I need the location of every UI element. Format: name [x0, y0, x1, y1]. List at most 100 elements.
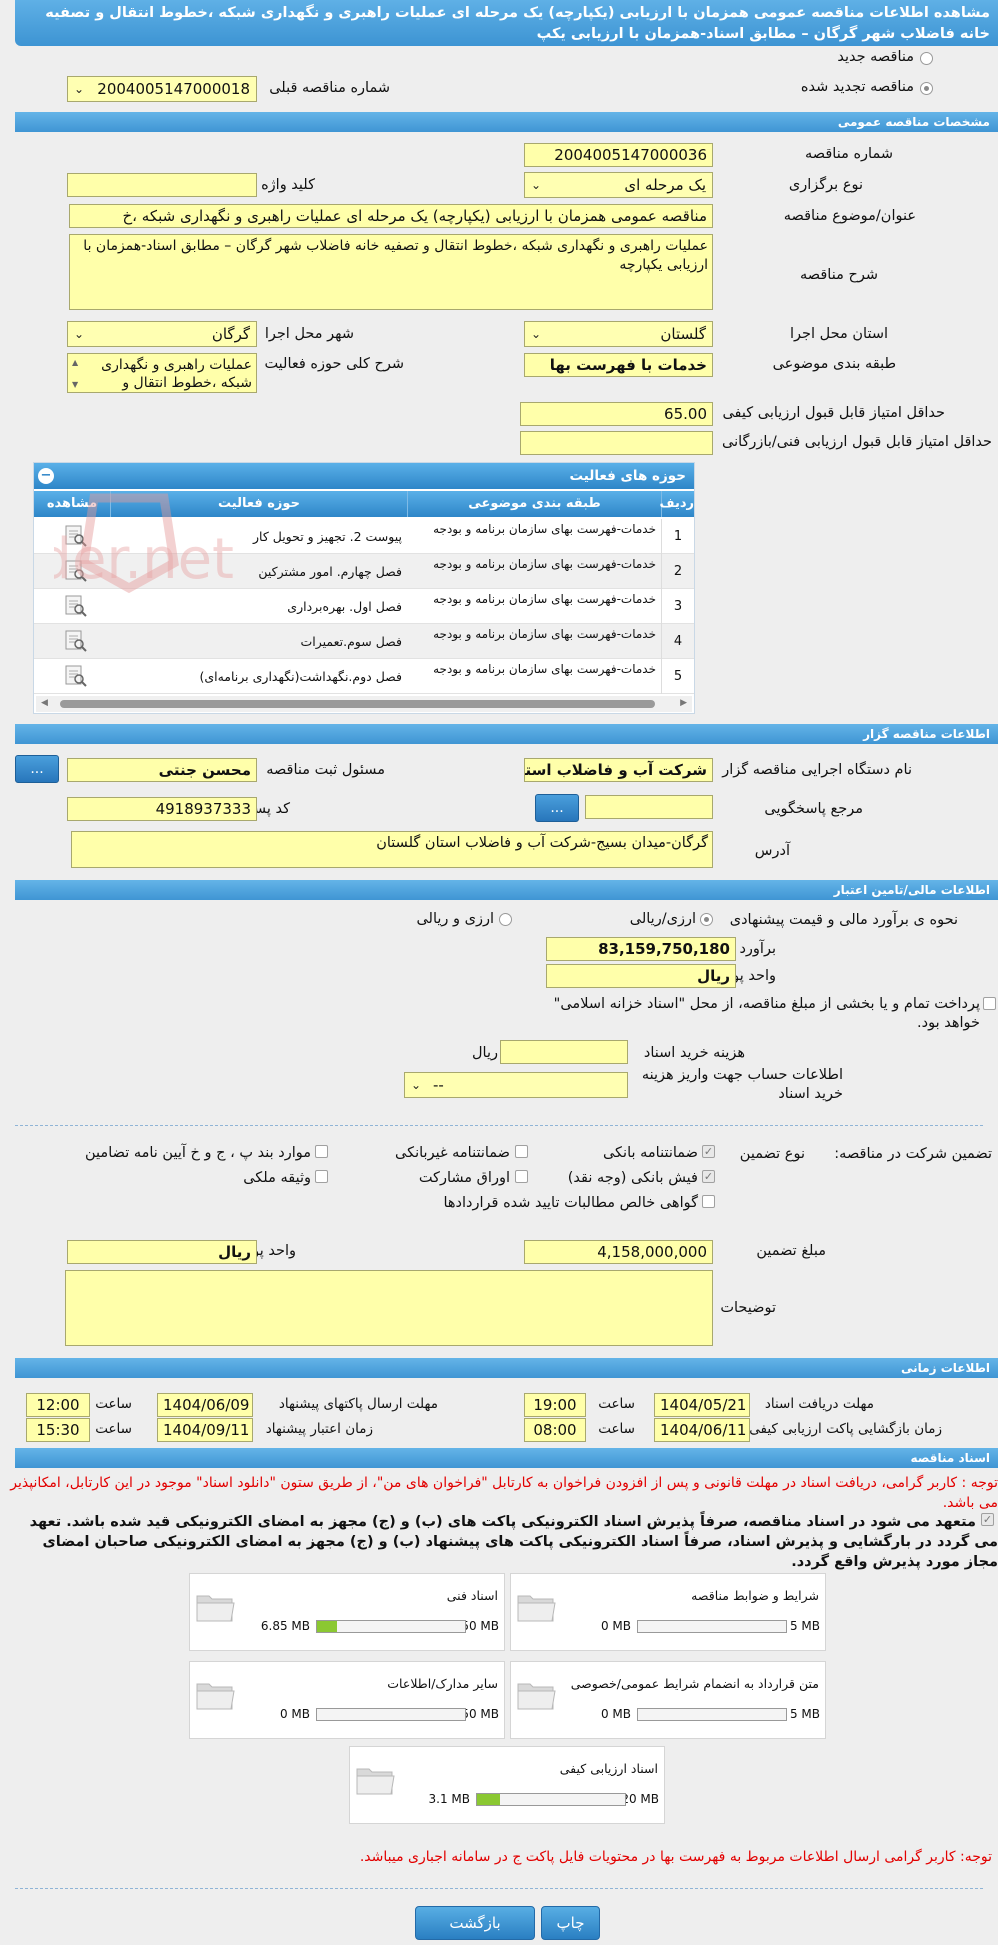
new-tender-label: مناقصه جدید [837, 49, 914, 65]
min-tech-field[interactable] [520, 431, 713, 455]
renewed-tender-radio[interactable] [920, 82, 933, 95]
fx-rial-label: ارزی/ریالی [629, 911, 696, 927]
row-number: 2 [661, 554, 694, 589]
horizontal-scrollbar[interactable]: ◀ ▶ [36, 696, 692, 712]
used-size: 6.85 MB [260, 1619, 310, 1633]
postal-field[interactable]: 4918937333 [67, 797, 257, 821]
participation-checkbox[interactable] [515, 1170, 528, 1183]
documents-notice: توجه : کاربر گرامی، دریافت اسناد در مهلت… [10, 1475, 998, 1511]
max-size: 20 MB [621, 1792, 659, 1806]
open-quality-date[interactable]: 1404/06/11 [654, 1418, 750, 1442]
divider [15, 1125, 983, 1126]
back-button[interactable]: بازگشت [415, 1906, 535, 1940]
ref-field[interactable] [585, 795, 713, 819]
guarantee-amount-field[interactable]: 4,158,000,000 [524, 1240, 713, 1264]
treasury-checkbox[interactable] [983, 997, 996, 1010]
subject-field[interactable]: مناقصه عمومی همزمان با ارزیابی (یکپارچه)… [69, 204, 713, 228]
document-name: سایر مدارک/اطلاعات [387, 1676, 498, 1691]
address-field[interactable]: گرگان-میدان بسیج-شرکت آب و فاضلاب استان … [71, 831, 713, 868]
cash-slip-checkbox[interactable]: ✓ [702, 1170, 715, 1183]
send-packets-date[interactable]: 1404/06/09 [157, 1393, 253, 1417]
print-button[interactable]: چاپ [541, 1906, 600, 1940]
org-field[interactable]: شرکت آب و فاضلاب استان [524, 758, 713, 782]
bank-guarantee-checkbox[interactable]: ✓ [702, 1145, 715, 1158]
participation-label: اوراق مشارکت [418, 1170, 510, 1186]
fx-and-rial-radio[interactable] [499, 913, 512, 926]
commitment-text: متعهد می شود در اسناد مناقصه، صرفاً پذیر… [29, 1514, 998, 1570]
chevron-down-icon: ⌄ [74, 327, 85, 341]
clauses-checkbox[interactable] [315, 1145, 328, 1158]
scroll-down-icon[interactable]: ▼ [72, 380, 78, 389]
scroll-up-icon[interactable]: ▲ [72, 358, 78, 367]
watermark-logo: AriaTender.net [54, 493, 234, 594]
min-quality-field[interactable]: 65.00 [520, 402, 713, 426]
fx-and-rial-label: ارزی و ریالی [416, 911, 494, 927]
subject-label: عنوان/موضوع مناقصه [783, 208, 916, 224]
document-card[interactable]: اسناد ارزیابی کیفی 20 MB 3.1 MB [349, 1746, 665, 1824]
validity-date[interactable]: 1404/09/11 [157, 1418, 253, 1442]
account-select[interactable]: -- ⌄ [404, 1072, 628, 1098]
holding-type-select[interactable]: یک مرحله ای ⌄ [524, 172, 713, 198]
document-card[interactable]: اسناد فنی 50 MB 6.85 MB [189, 1573, 505, 1651]
document-card[interactable]: شرایط و ضوابط مناقصه 5 MB 0 MB [510, 1573, 826, 1651]
min-quality-label: حداقل امتیاز قابل قبول ارزیابی کیفی [722, 405, 945, 421]
treasury-text: پرداخت تمام و یا بخشی از مبلغ مناقصه، از… [553, 996, 980, 1031]
scrollbar-thumb[interactable] [60, 700, 655, 708]
scroll-right-icon[interactable]: ▶ [680, 698, 687, 708]
chevron-down-icon: ⌄ [531, 178, 542, 192]
document-card[interactable]: متن قرارداد به انضمام شرایط عمومی/خصوصی 5… [510, 1661, 826, 1739]
validity-time[interactable]: 15:30 [26, 1418, 90, 1442]
row-category: خدمات-فهرست بهای سازمان برنامه و بودجه [433, 627, 656, 641]
city-select[interactable]: گرگان ⌄ [67, 321, 257, 347]
receive-docs-time[interactable]: 19:00 [524, 1393, 586, 1417]
usage-bar [637, 1620, 787, 1633]
used-size: 0 MB [279, 1707, 310, 1721]
keyword-field[interactable] [67, 173, 257, 197]
doc-fee-field[interactable] [500, 1040, 628, 1064]
used-size: 0 MB [600, 1707, 631, 1721]
open-quality-time[interactable]: 08:00 [524, 1418, 586, 1442]
estimate-field[interactable]: 83,159,750,180 [546, 937, 736, 961]
scroll-left-icon[interactable]: ◀ [41, 698, 48, 708]
folder-icon [194, 1676, 236, 1716]
folder-icon [515, 1676, 557, 1716]
ref-dots-button[interactable]: ... [535, 794, 579, 822]
used-size: 3.1 MB [428, 1792, 470, 1806]
prev-number-select[interactable]: 2004005147000018 ⌄ [67, 76, 257, 102]
province-select[interactable]: گلستان ⌄ [524, 321, 713, 347]
notes-field[interactable] [65, 1270, 713, 1346]
max-size: 50 MB [461, 1707, 499, 1721]
description-field[interactable]: عملیات راهبری و نگهداری شبکه ،خطوط انتقا… [69, 234, 713, 310]
max-size: 50 MB [461, 1619, 499, 1633]
receive-docs-date[interactable]: 1404/05/21 [654, 1393, 750, 1417]
section-organizer: اطلاعات مناقصه گزار [15, 724, 998, 744]
registrar-field[interactable]: محسن جنتی [67, 758, 257, 782]
document-name: اسناد فنی [446, 1588, 498, 1603]
chevron-down-icon: ⌄ [531, 327, 542, 341]
activity-field[interactable]: عملیات راهبری و نگهداری شبکه ،خطوط انتقا… [67, 353, 257, 393]
address-label: آدرس [754, 843, 790, 859]
unit-field[interactable]: ریال [546, 964, 736, 988]
tender-number-field[interactable]: 2004005147000036 [524, 143, 713, 167]
document-name: اسناد ارزیابی کیفی [559, 1761, 658, 1776]
new-tender-radio[interactable] [920, 52, 933, 65]
registrar-dots-button[interactable]: ... [15, 755, 59, 783]
send-packets-time[interactable]: 12:00 [26, 1393, 90, 1417]
chevron-down-icon: ⌄ [411, 1078, 422, 1092]
nonbank-guarantee-checkbox[interactable] [515, 1145, 528, 1158]
view-document-icon[interactable] [62, 664, 88, 688]
property-checkbox[interactable] [315, 1170, 328, 1183]
category-label: طبقه بندی موضوعی [772, 356, 896, 372]
view-document-icon[interactable] [62, 629, 88, 653]
fx-rial-radio[interactable] [700, 913, 713, 926]
guarantee-unit-field[interactable]: ریال [67, 1240, 257, 1264]
document-card[interactable]: سایر مدارک/اطلاعات 50 MB 0 MB [189, 1661, 505, 1739]
org-label: نام دستگاه اجرایی مناقصه گزار [722, 762, 912, 778]
registrar-label: مسئول ثبت مناقصه [266, 762, 385, 778]
folder-icon [515, 1588, 557, 1628]
row-area: فصل دوم.نگهداشت(نگهداری برنامه‌ای) [199, 669, 402, 684]
collapse-icon[interactable]: − [38, 468, 54, 484]
folder-icon [354, 1761, 396, 1801]
category-field[interactable]: خدمات با فهرست بها [524, 353, 713, 377]
receivables-checkbox[interactable] [702, 1195, 715, 1208]
